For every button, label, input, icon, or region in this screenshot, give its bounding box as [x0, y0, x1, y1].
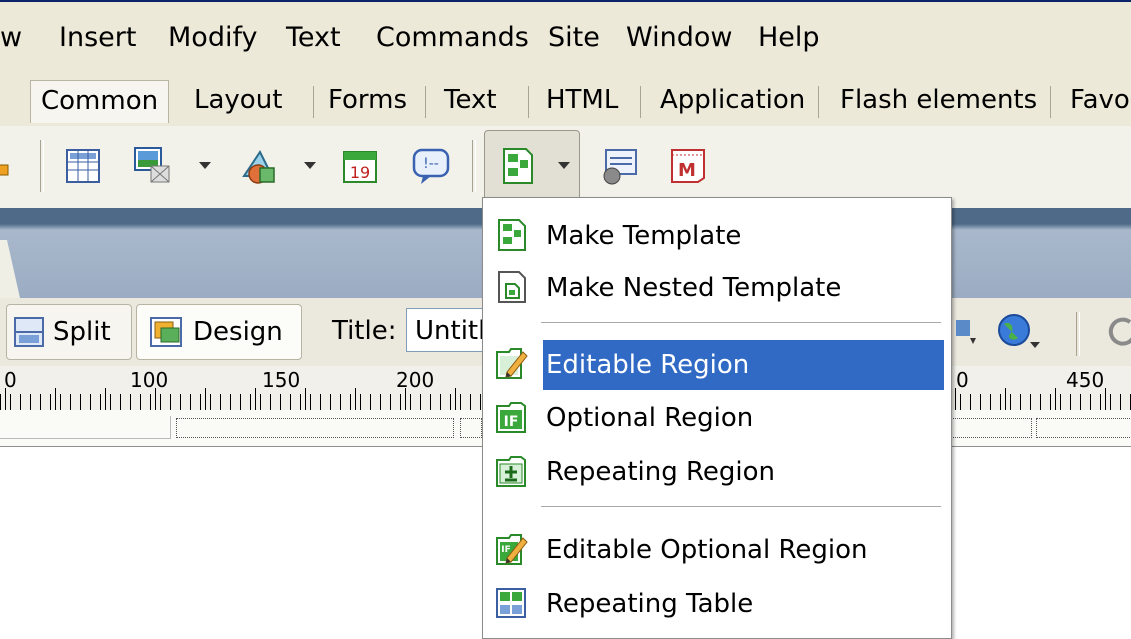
design-view-icon — [150, 317, 182, 347]
menu-item-optional-region[interactable]: IF Optional Region — [483, 392, 951, 444]
templates-icon[interactable] — [498, 146, 538, 186]
tab-divider — [640, 86, 641, 118]
date-icon[interactable]: 19 — [340, 146, 380, 186]
named-anchor-icon[interactable] — [0, 162, 10, 178]
menu-commands[interactable]: Commands — [376, 20, 529, 56]
tab-common[interactable]: Common — [30, 80, 170, 123]
guide-cell — [176, 418, 454, 438]
menu-view[interactable]: w — [0, 20, 22, 56]
menu-insert[interactable]: Insert — [59, 20, 136, 56]
guide-cell — [1036, 418, 1131, 438]
menu-item-label: Optional Region — [546, 403, 754, 433]
tag-chooser-icon[interactable] — [600, 146, 640, 186]
optional-region-icon: IF — [496, 402, 526, 433]
tab-application[interactable]: Application — [660, 80, 805, 122]
table-icon[interactable] — [63, 146, 103, 186]
menu-item-repeating-region[interactable]: Repeating Region — [483, 446, 951, 498]
menu-item-make-template[interactable]: Make Template — [483, 210, 951, 262]
email-icon[interactable]: M — [668, 146, 708, 186]
tab-divider — [425, 86, 426, 118]
repeating-table-icon — [496, 588, 526, 618]
design-label: Design — [193, 317, 283, 347]
menu-text[interactable]: Text — [286, 20, 341, 56]
guide-cell — [460, 418, 482, 438]
guide-cell — [0, 416, 171, 439]
templates-dropdown-arrow[interactable] — [558, 162, 570, 169]
svg-text:M: M — [678, 160, 696, 181]
tab-favorites[interactable]: Favo — [1070, 80, 1130, 122]
tab-forms[interactable]: Forms — [328, 80, 407, 122]
menu-item-label: Editable Optional Region — [546, 535, 868, 565]
editable-optional-region-icon: IF — [496, 534, 528, 565]
menu-item-editable-optional-region[interactable]: IF Editable Optional Region — [483, 524, 951, 576]
ruler-label: 200 — [396, 368, 435, 392]
guide-cell — [950, 418, 1032, 438]
tab-divider — [1050, 86, 1051, 118]
svg-text:IF: IF — [501, 545, 511, 555]
split-view-icon — [14, 317, 44, 347]
svg-text:!--: !-- — [423, 156, 439, 172]
menu-item-repeating-table[interactable]: Repeating Table — [483, 578, 951, 630]
tab-text[interactable]: Text — [444, 80, 497, 122]
svg-text:19: 19 — [350, 163, 370, 182]
split-view-button[interactable]: Split — [6, 304, 132, 360]
menu-item-label: Make Template — [546, 221, 742, 251]
tab-divider — [818, 86, 819, 118]
menu-separator — [541, 506, 941, 510]
menu-item-label: Repeating Region — [546, 457, 775, 487]
file-management-icon[interactable] — [952, 316, 980, 350]
ruler-label: 100 — [130, 368, 169, 392]
templates-dropdown-menu: Make Template Make Nested Template Edita… — [482, 197, 952, 639]
tab-divider — [313, 86, 314, 118]
refresh-icon[interactable] — [1108, 314, 1131, 350]
preview-in-browser-icon[interactable] — [996, 312, 1042, 352]
menu-item-make-nested-template[interactable]: Make Nested Template — [483, 262, 951, 314]
menu-modify[interactable]: Modify — [168, 20, 257, 56]
repeating-region-icon — [496, 456, 526, 487]
comment-icon[interactable]: !-- — [411, 146, 451, 186]
svg-text:IF: IF — [504, 414, 519, 430]
ruler-label: 150 — [262, 368, 301, 392]
toolbar-divider — [1076, 312, 1080, 356]
make-template-icon — [498, 219, 526, 251]
title-label: Title: — [332, 316, 397, 346]
menu-item-label: Repeating Table — [546, 589, 754, 619]
menu-bar: w Insert Modify Text Commands Site Windo… — [0, 0, 1131, 74]
tab-flash-elements[interactable]: Flash elements — [840, 80, 1037, 122]
menu-separator — [541, 322, 941, 326]
media-dropdown-arrow[interactable] — [304, 162, 316, 169]
menu-item-label: Make Nested Template — [546, 273, 842, 303]
tab-layout[interactable]: Layout — [194, 80, 282, 122]
menu-site[interactable]: Site — [548, 20, 600, 56]
menu-item-editable-region[interactable]: Editable Region — [483, 338, 951, 390]
menu-help[interactable]: Help — [758, 20, 820, 56]
media-icon[interactable] — [238, 146, 278, 186]
toolbar-divider — [472, 140, 476, 192]
image-icon[interactable] — [133, 146, 173, 186]
nested-template-icon — [498, 271, 526, 303]
ruler-label: 450 — [1066, 368, 1105, 392]
editable-region-icon — [496, 348, 528, 379]
insert-bar-tabs: Common Layout Forms Text HTML Applicatio… — [0, 72, 1131, 127]
toolbar-divider — [40, 140, 44, 192]
ruler-label: 0 — [4, 368, 17, 392]
tab-html[interactable]: HTML — [546, 80, 618, 122]
menu-window[interactable]: Window — [626, 20, 732, 56]
split-label: Split — [53, 317, 111, 347]
ruler-label: 0 — [956, 368, 969, 392]
design-view-button[interactable]: Design — [136, 304, 302, 360]
tab-divider — [528, 86, 529, 118]
image-dropdown-arrow[interactable] — [199, 162, 211, 169]
menu-item-label: Editable Region — [543, 340, 944, 390]
